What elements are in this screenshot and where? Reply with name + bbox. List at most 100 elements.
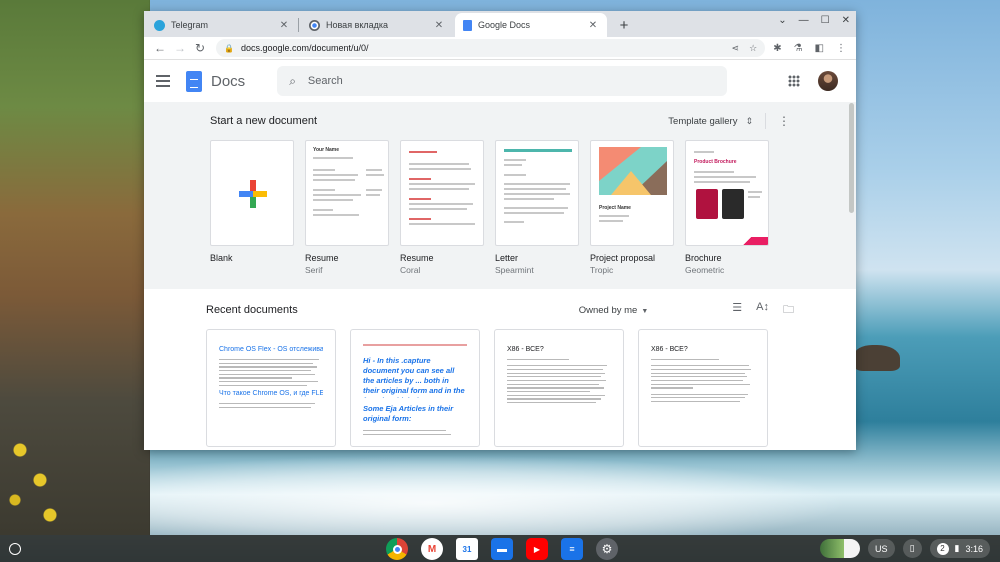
search-input[interactable]: ⌕ Search (277, 66, 728, 96)
extensions-icon[interactable]: ✱ (773, 43, 781, 54)
chrome-icon (309, 19, 320, 31)
input-method-label: US (875, 543, 888, 554)
recent-doc[interactable]: X86 - ВСЕ? (638, 329, 768, 447)
system-tray[interactable]: 2 ▮ 3:16 (929, 539, 990, 558)
chromeos-shelf: M 31 ▬ ▶ ≡ ⚙ US ▯ 2 ▮ 3:16 (0, 535, 1000, 562)
url-text: docs.google.com/document/u/0/ (240, 43, 369, 53)
settings-app-icon[interactable]: ⚙ (596, 538, 618, 560)
gmail-app-icon[interactable]: M (421, 538, 443, 560)
new-tab-button[interactable]: + (615, 17, 633, 34)
template-sub: Tropic (590, 265, 614, 275)
template-resume-serif[interactable]: Your Name Resume Serif (305, 140, 389, 275)
template-name: Resume (400, 253, 434, 263)
files-app-icon[interactable]: ▬ (491, 538, 513, 560)
address-bar[interactable]: 🔒 docs.google.com/document/u/0/ ⋖ ☆ (216, 39, 766, 57)
forward-icon[interactable]: → (170, 41, 190, 55)
template-thumbnail[interactable]: Product Brochure (685, 140, 769, 246)
calendar-app-icon[interactable]: 31 (456, 538, 478, 560)
search-placeholder: Search (307, 75, 343, 87)
app-name[interactable]: Docs (211, 73, 245, 90)
template-more-icon[interactable]: ⋮ (778, 114, 790, 128)
tab-close-icon[interactable]: ✕ (433, 20, 445, 31)
template-blank[interactable]: Blank (210, 140, 294, 275)
template-heading: Start a new document (210, 115, 318, 127)
notification-badge: 2 (936, 542, 949, 555)
sort-az-icon[interactable]: A↕ (756, 301, 769, 320)
docs-logo-icon[interactable] (186, 70, 202, 92)
tab-telegram[interactable]: Telegram ✕ (146, 13, 298, 37)
back-icon[interactable]: ← (150, 41, 170, 55)
maximize-icon[interactable]: ☐ (821, 15, 830, 26)
minimize-icon[interactable]: — (799, 15, 809, 26)
template-thumbnail[interactable] (210, 140, 294, 246)
template-thumbnail[interactable] (400, 140, 484, 246)
search-icon[interactable]: ⌕ (289, 74, 296, 89)
doc-subheading: Что такое Chrome OS, и где FLEX? (219, 390, 323, 397)
list-view-icon[interactable]: ☰ (732, 301, 742, 320)
thumbnail-heading: Your Name (313, 147, 340, 153)
tab-new-tab[interactable]: Новая вкладка ✕ (301, 13, 453, 37)
browser-menu-icon[interactable]: ⋮ (836, 43, 846, 54)
docs-header: Docs ⌕ Search (144, 60, 856, 102)
template-sub: Coral (400, 265, 421, 275)
template-name: Letter (495, 253, 519, 263)
pinned-apps: M 31 ▬ ▶ ≡ ⚙ (386, 538, 618, 560)
tab-google-docs[interactable]: Google Docs ✕ (455, 13, 607, 37)
template-thumbnail[interactable] (495, 140, 579, 246)
caret-down-icon: ▼ (641, 307, 649, 315)
phone-hub-icon[interactable]: ▯ (902, 539, 922, 558)
youtube-app-icon[interactable]: ▶ (526, 538, 548, 560)
reload-icon[interactable]: ↻ (190, 41, 210, 55)
tab-close-icon[interactable]: ✕ (587, 20, 599, 31)
unfold-icon: ⇕ (745, 115, 753, 126)
tab-close-icon[interactable]: ✕ (278, 20, 290, 31)
recent-doc[interactable]: Hi - In this .capture document you can s… (350, 329, 480, 447)
template-brochure[interactable]: Product Brochure Brochure Geometric (685, 140, 769, 275)
template-section: Start a new document Template gallery ⇕ … (144, 102, 856, 289)
doc-title: Chrome OS Flex - OS отслеживает время (219, 346, 323, 353)
template-project-proposal[interactable]: Project Name Project proposal Tropic (590, 140, 674, 275)
doc-title: X86 - ВСЕ? (651, 346, 688, 353)
lab-flask-icon[interactable]: ⚗ (794, 43, 803, 54)
template-letter-spearmint[interactable]: Letter Spearmint (495, 140, 579, 275)
template-name: Resume (305, 253, 339, 263)
recent-doc[interactable]: Chrome OS Flex - OS отслеживает время Чт… (206, 329, 336, 447)
plus-icon (239, 180, 267, 208)
close-window-icon[interactable]: ✕ (842, 15, 850, 26)
launcher-icon[interactable] (9, 542, 21, 555)
doc-subheading: Some Eja Articles in their original form… (363, 404, 454, 423)
input-method-indicator[interactable]: US (868, 539, 895, 558)
template-thumbnail[interactable]: Project Name (590, 140, 674, 246)
lock-icon[interactable]: 🔒 (224, 44, 234, 53)
tab-strip: Telegram ✕ Новая вкладка ✕ Google Docs ✕… (144, 11, 856, 37)
browser-window: Telegram ✕ Новая вкладка ✕ Google Docs ✕… (144, 11, 856, 450)
template-gallery-button[interactable]: Template gallery ⇕ (668, 116, 753, 127)
template-resume-coral[interactable]: Resume Coral (400, 140, 484, 275)
doc-title: X86 - ВСЕ? (507, 346, 544, 353)
template-thumbnail[interactable]: Your Name (305, 140, 389, 246)
chrome-app-icon[interactable] (386, 538, 408, 560)
doc-title: Hi - In this .capture document you can s… (363, 356, 465, 398)
tab-title: Новая вкладка (326, 20, 389, 30)
battery-icon: ▮ (954, 543, 960, 553)
docs-icon (463, 19, 472, 31)
bookmark-star-icon[interactable]: ☆ (749, 43, 757, 54)
page-scrollbar[interactable] (849, 103, 854, 213)
messages-app-icon[interactable]: ≡ (561, 538, 583, 560)
browser-toolbar: ← → ↻ 🔒 docs.google.com/document/u/0/ ⋖ … (144, 37, 856, 60)
avatar[interactable] (818, 71, 838, 91)
main-menu-icon[interactable] (156, 75, 170, 87)
folder-icon[interactable]: 🗀 (783, 301, 794, 320)
tab-search-icon[interactable]: ⌄ (778, 15, 786, 26)
recent-doc[interactable]: X86 - ВСЕ? (494, 329, 624, 447)
owner-filter-dropdown[interactable]: Owned by me ▼ (579, 305, 649, 316)
apps-grid-icon[interactable] (788, 75, 800, 87)
side-panel-icon[interactable]: ◧ (815, 43, 824, 54)
tote-holding-space-icon[interactable] (820, 539, 861, 558)
clock: 3:16 (965, 543, 983, 554)
template-sub: Spearmint (495, 265, 534, 275)
recent-heading: Recent documents (206, 304, 298, 316)
template-name: Project proposal (590, 253, 656, 263)
wallpaper-wave (150, 455, 850, 535)
share-icon[interactable]: ⋖ (732, 43, 740, 54)
